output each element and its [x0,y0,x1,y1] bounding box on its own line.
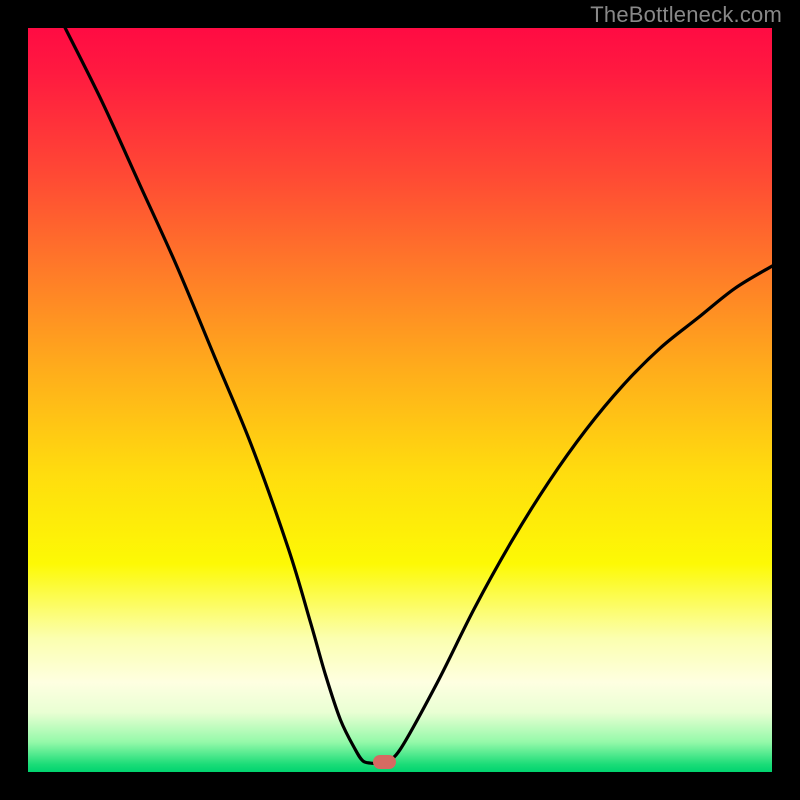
gradient-background [28,28,772,772]
optimal-point-marker [373,755,396,769]
chart-frame: TheBottleneck.com [0,0,800,800]
watermark-text: TheBottleneck.com [590,2,782,28]
plot-area [28,28,772,772]
